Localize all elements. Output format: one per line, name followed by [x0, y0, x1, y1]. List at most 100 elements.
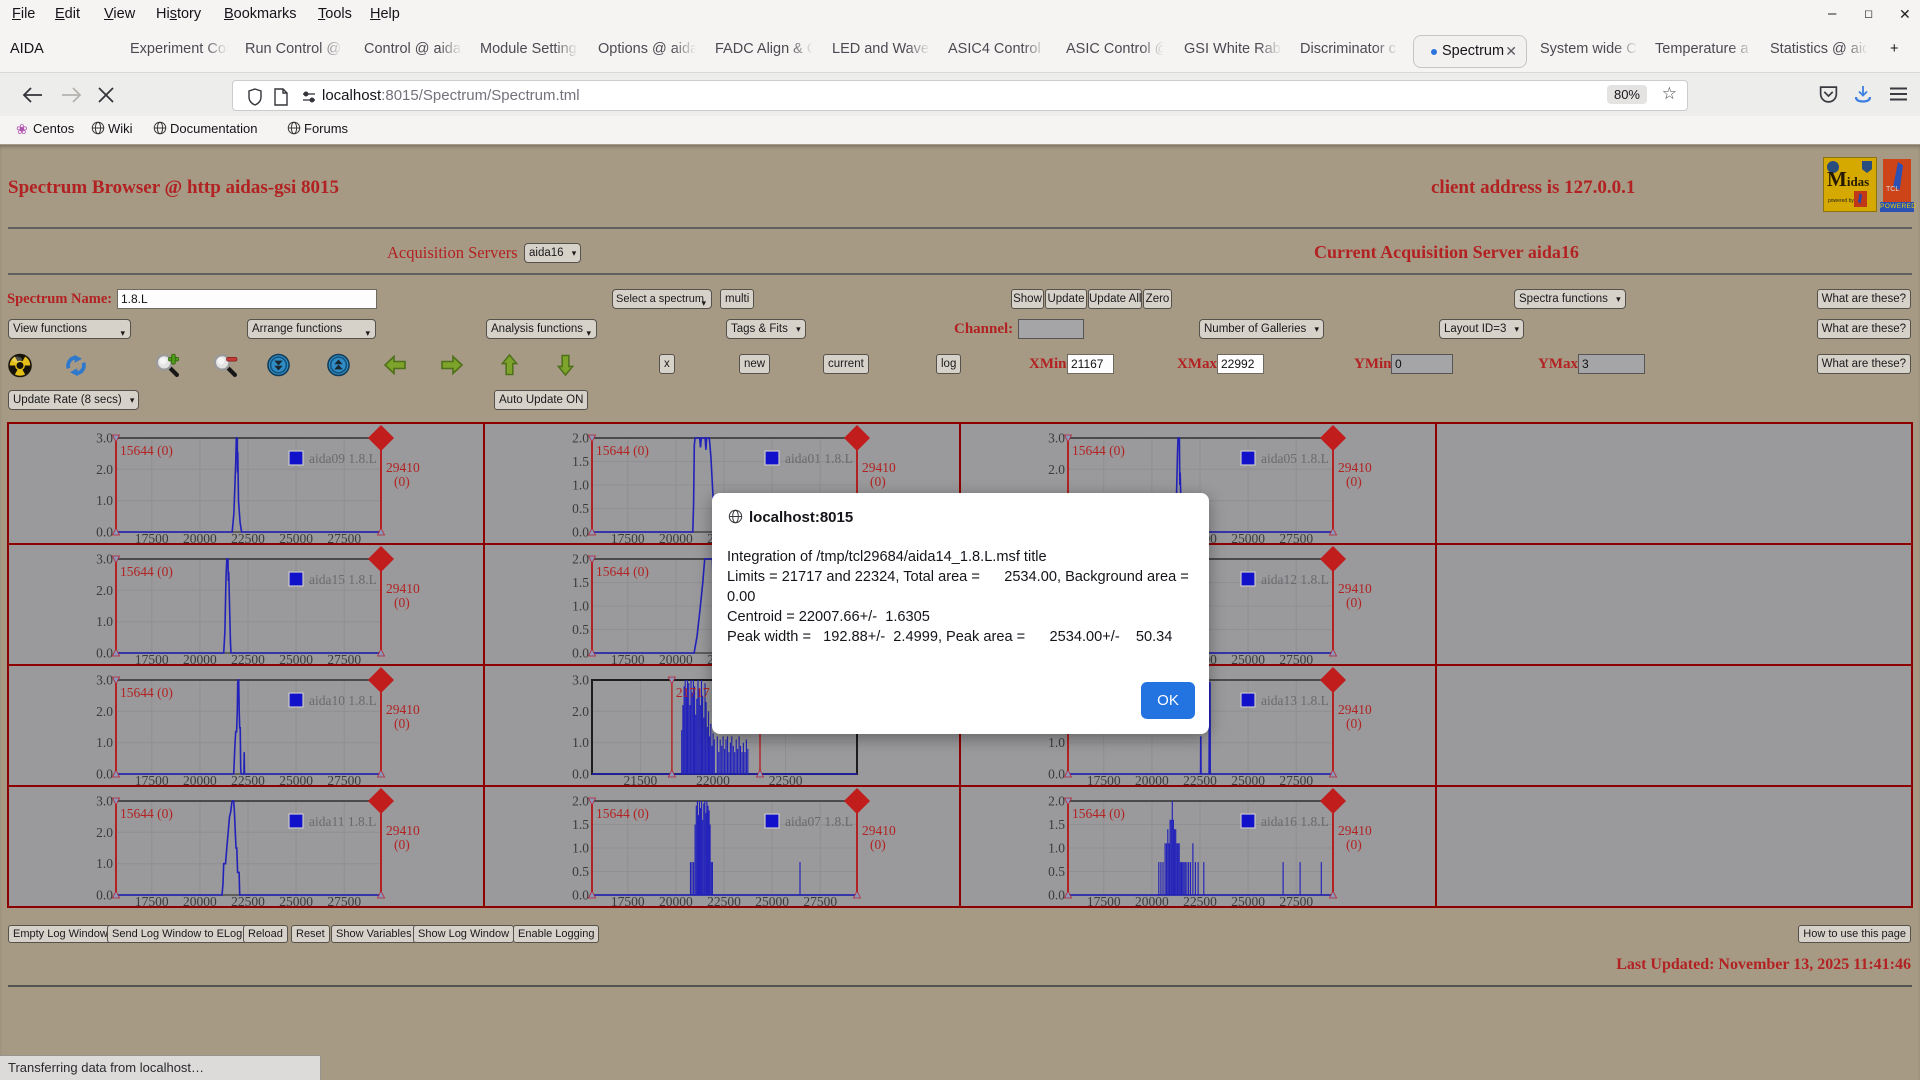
- svg-text:2.0: 2.0: [96, 462, 113, 477]
- svg-text:2.0: 2.0: [572, 794, 589, 809]
- svg-text:25000: 25000: [279, 652, 313, 664]
- svg-text:25000: 25000: [279, 773, 313, 785]
- svg-text:22500: 22500: [1183, 894, 1217, 906]
- svg-text:25000: 25000: [1231, 773, 1265, 785]
- svg-text:2.0: 2.0: [1048, 794, 1065, 809]
- svg-text:15644 (0): 15644 (0): [120, 685, 173, 700]
- svg-text:aida05 1.8.L: aida05 1.8.L: [1261, 451, 1329, 466]
- svg-text:20000: 20000: [1135, 773, 1169, 785]
- svg-text:(0): (0): [870, 474, 886, 489]
- svg-text:22500: 22500: [231, 531, 265, 543]
- svg-text:15644 (0): 15644 (0): [596, 443, 649, 458]
- svg-text:27500: 27500: [327, 894, 361, 906]
- svg-text:(0): (0): [870, 837, 886, 852]
- svg-text:17500: 17500: [135, 894, 169, 906]
- svg-text:1.0: 1.0: [572, 478, 589, 493]
- svg-text:3.0: 3.0: [1048, 431, 1065, 446]
- svg-text:(0): (0): [1346, 595, 1362, 610]
- svg-text:21717: 21717: [676, 685, 710, 700]
- svg-text:20000: 20000: [183, 773, 217, 785]
- svg-text:20000: 20000: [183, 531, 217, 543]
- svg-text:aida07 1.8.L: aida07 1.8.L: [785, 814, 853, 829]
- svg-text:1.0: 1.0: [1048, 735, 1065, 750]
- svg-text:22500: 22500: [231, 894, 265, 906]
- svg-text:(0): (0): [1346, 474, 1362, 489]
- svg-text:3.0: 3.0: [96, 431, 113, 446]
- svg-text:1.0: 1.0: [96, 856, 113, 871]
- svg-text:2.0: 2.0: [96, 583, 113, 598]
- svg-text:2.0: 2.0: [572, 704, 589, 719]
- svg-text:25000: 25000: [279, 531, 313, 543]
- svg-text:(0): (0): [1346, 716, 1362, 731]
- svg-text:0.0: 0.0: [1048, 888, 1065, 903]
- svg-text:1.0: 1.0: [572, 841, 589, 856]
- svg-text:29410: 29410: [862, 823, 896, 838]
- svg-text:1.5: 1.5: [572, 575, 589, 590]
- svg-text:2.0: 2.0: [1048, 462, 1065, 477]
- svg-text:20000: 20000: [659, 894, 693, 906]
- svg-text:22500: 22500: [769, 773, 803, 785]
- svg-text:(0): (0): [394, 595, 410, 610]
- svg-text:27500: 27500: [803, 894, 837, 906]
- svg-text:1.0: 1.0: [96, 493, 113, 508]
- svg-text:27500: 27500: [1279, 652, 1313, 664]
- svg-text:aida01 1.8.L: aida01 1.8.L: [785, 451, 853, 466]
- svg-text:25000: 25000: [1231, 531, 1265, 543]
- svg-text:21500: 21500: [624, 773, 658, 785]
- svg-text:0.0: 0.0: [96, 888, 113, 903]
- svg-text:15644 (0): 15644 (0): [1072, 806, 1125, 821]
- svg-text:29410: 29410: [386, 823, 420, 838]
- svg-text:(0): (0): [1346, 837, 1362, 852]
- svg-text:29410: 29410: [1338, 702, 1372, 717]
- svg-text:aida09 1.8.L: aida09 1.8.L: [309, 451, 377, 466]
- svg-text:0.0: 0.0: [96, 646, 113, 661]
- svg-text:1.5: 1.5: [1048, 817, 1065, 832]
- svg-text:22500: 22500: [231, 773, 265, 785]
- svg-text:(0): (0): [394, 474, 410, 489]
- svg-text:22500: 22500: [231, 652, 265, 664]
- svg-text:1.0: 1.0: [572, 599, 589, 614]
- svg-text:aida12 1.8.L: aida12 1.8.L: [1261, 572, 1329, 587]
- svg-text:27500: 27500: [1279, 531, 1313, 543]
- svg-text:20000: 20000: [659, 531, 693, 543]
- svg-text:29410: 29410: [386, 581, 420, 596]
- svg-text:3.0: 3.0: [96, 673, 113, 688]
- svg-text:15644 (0): 15644 (0): [120, 806, 173, 821]
- svg-text:0.5: 0.5: [572, 864, 589, 879]
- svg-text:aida16 1.8.L: aida16 1.8.L: [1261, 814, 1329, 829]
- svg-text:29410: 29410: [1338, 823, 1372, 838]
- svg-text:1.0: 1.0: [572, 735, 589, 750]
- svg-text:3.0: 3.0: [96, 552, 113, 567]
- svg-text:3.0: 3.0: [96, 794, 113, 809]
- svg-text:0.0: 0.0: [96, 767, 113, 782]
- svg-text:17500: 17500: [1087, 773, 1121, 785]
- svg-text:25000: 25000: [279, 894, 313, 906]
- svg-text:29410: 29410: [386, 460, 420, 475]
- svg-text:aida13 1.8.L: aida13 1.8.L: [1261, 693, 1329, 708]
- svg-text:27500: 27500: [327, 531, 361, 543]
- svg-text:3.0: 3.0: [572, 673, 589, 688]
- svg-text:17500: 17500: [611, 652, 645, 664]
- svg-text:17500: 17500: [135, 773, 169, 785]
- svg-text:2.0: 2.0: [572, 431, 589, 446]
- svg-text:25000: 25000: [1231, 652, 1265, 664]
- svg-text:29410: 29410: [1338, 460, 1372, 475]
- svg-text:1.0: 1.0: [96, 614, 113, 629]
- svg-text:2.0: 2.0: [572, 552, 589, 567]
- svg-text:25000: 25000: [755, 894, 789, 906]
- svg-text:17500: 17500: [1087, 894, 1121, 906]
- svg-text:15644 (0): 15644 (0): [1072, 443, 1125, 458]
- svg-text:17500: 17500: [611, 531, 645, 543]
- svg-text:20000: 20000: [659, 652, 693, 664]
- svg-text:27500: 27500: [327, 652, 361, 664]
- svg-text:0.5: 0.5: [1048, 864, 1065, 879]
- svg-text:17500: 17500: [135, 652, 169, 664]
- svg-text:15644 (0): 15644 (0): [596, 806, 649, 821]
- svg-text:17500: 17500: [611, 894, 645, 906]
- svg-text:22500: 22500: [707, 894, 741, 906]
- svg-text:25000: 25000: [1231, 894, 1265, 906]
- svg-text:22000: 22000: [696, 773, 730, 785]
- svg-text:aida10 1.8.L: aida10 1.8.L: [309, 693, 377, 708]
- svg-text:15644 (0): 15644 (0): [596, 564, 649, 579]
- svg-text:0.0: 0.0: [572, 646, 589, 661]
